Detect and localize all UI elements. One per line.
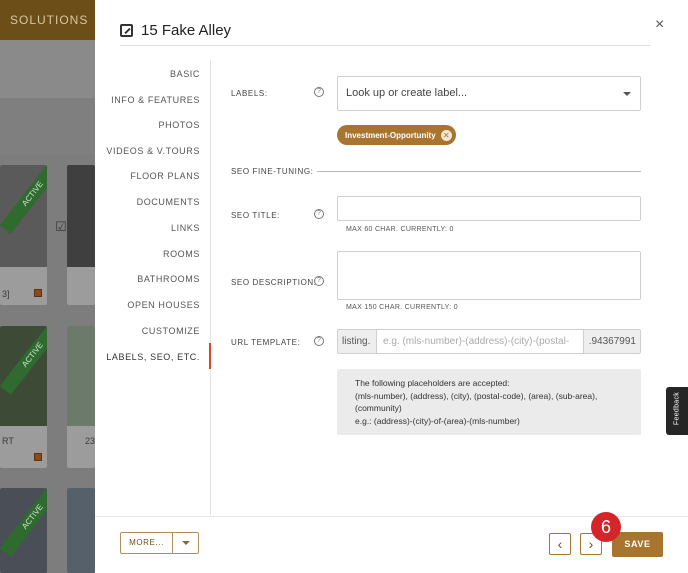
- header-divider: [120, 45, 651, 46]
- seo-section-heading: SEO FINE-TUNING:: [231, 167, 314, 176]
- labels-select-placeholder: Look up or create label...: [346, 87, 468, 99]
- nav-item-open-houses[interactable]: OPEN HOUSES: [127, 300, 200, 310]
- previous-button[interactable]: ‹: [549, 533, 571, 555]
- card-text: 23: [85, 436, 95, 446]
- nav-item-basic[interactable]: BASIC: [170, 69, 200, 79]
- info-line: (community): [355, 403, 402, 413]
- help-icon[interactable]: ?: [314, 336, 324, 346]
- background-top-bar: [0, 40, 95, 98]
- card-flag-icon: [34, 289, 42, 297]
- help-icon[interactable]: ?: [314, 87, 324, 97]
- nav-item-labels-seo[interactable]: LABELS, SEO, ETC.: [106, 352, 200, 362]
- listing-photo: [67, 326, 95, 426]
- listing-card[interactable]: ACTIVE: [0, 488, 47, 573]
- nav-item-documents[interactable]: DOCUMENTS: [137, 197, 200, 207]
- save-button[interactable]: SAVE: [612, 532, 663, 557]
- listing-photo: [67, 488, 95, 573]
- info-line: The following placeholders are accepted:: [355, 378, 510, 388]
- feedback-tab[interactable]: Feedback: [666, 387, 688, 435]
- more-dropdown-button[interactable]: [172, 532, 199, 554]
- nav-item-bathrooms[interactable]: BATHROOMS: [137, 274, 200, 284]
- app-header: SOLUTIONS: [0, 0, 95, 40]
- nav-item-customize[interactable]: CUSTOMIZE: [142, 326, 200, 336]
- seo-description-input[interactable]: [337, 251, 641, 300]
- close-icon[interactable]: ×: [655, 16, 664, 34]
- seo-description-label: SEO DESCRIPTION:: [231, 278, 317, 287]
- modal-header: 15 Fake Alley: [120, 20, 231, 40]
- listing-photo: [67, 165, 95, 267]
- seo-section-divider: [317, 171, 641, 172]
- seo-description-hint: MAX 150 CHAR. CURRENTLY: 0: [346, 304, 458, 311]
- listing-card[interactable]: ACTIVE RT: [0, 326, 47, 468]
- label-chip-text: Investment-Opportunity: [345, 130, 436, 140]
- nav-item-links[interactable]: LINKS: [171, 223, 200, 233]
- edit-icon: [120, 23, 133, 37]
- nav-item-photos[interactable]: PHOTOS: [159, 120, 200, 130]
- edit-listing-modal: 15 Fake Alley × BASIC INFO & FEATURES PH…: [95, 0, 688, 573]
- url-template-input[interactable]: e.g. (mls-number)-(address)-(city)-(post…: [377, 329, 583, 354]
- nav-item-info-features[interactable]: INFO & FEATURES: [111, 95, 200, 105]
- nav-item-floor-plans[interactable]: FLOOR PLANS: [130, 171, 200, 181]
- labels-label: LABELS:: [231, 89, 268, 98]
- url-template-label: URL TEMPLATE:: [231, 338, 301, 347]
- help-icon[interactable]: ?: [314, 209, 324, 219]
- background-toolbar: ⊽ ≡ ☑ ↻: [0, 98, 96, 234]
- seo-title-input[interactable]: [337, 196, 641, 221]
- select-icon[interactable]: ☑: [55, 219, 67, 235]
- info-line: e.g.: (address)-(city)-of-(area)-(mls-nu…: [355, 415, 520, 426]
- chevron-down-icon: [623, 92, 631, 96]
- url-prefix: listing.: [337, 329, 377, 354]
- help-icon[interactable]: ?: [314, 276, 324, 286]
- modal-title: 15 Fake Alley: [141, 21, 232, 39]
- card-flag-icon: [34, 453, 42, 461]
- more-button[interactable]: MORE...: [120, 532, 173, 554]
- labels-select[interactable]: Look up or create label...: [337, 76, 641, 111]
- seo-title-hint: MAX 60 CHAR. CURRENTLY: 0: [346, 226, 454, 233]
- active-nav-indicator: [209, 343, 211, 369]
- feedback-label: Feedback: [673, 391, 681, 426]
- label-chip: Investment-Opportunity ✕: [337, 125, 456, 145]
- nav-item-videos-tours[interactable]: VIDEOS & V.TOURS: [106, 146, 200, 156]
- info-line: (mls-number), (address), (city), (postal…: [355, 390, 598, 401]
- listing-card[interactable]: ACTIVE 3]: [0, 165, 47, 305]
- card-text: 3]: [2, 289, 10, 299]
- placeholder-info-box: The following placeholders are accepted:…: [337, 369, 641, 435]
- card-text: RT: [2, 436, 14, 446]
- url-suffix: .94367991: [583, 329, 641, 354]
- section-nav: BASIC INFO & FEATURES PHOTOS VIDEOS & V.…: [95, 60, 211, 515]
- step-number-badge: 6: [591, 512, 621, 542]
- listing-card[interactable]: 23: [67, 326, 95, 468]
- seo-title-label: SEO TITLE:: [231, 211, 280, 220]
- solutions-menu-label[interactable]: SOLUTIONS: [10, 13, 88, 27]
- nav-item-rooms[interactable]: ROOMS: [163, 249, 200, 259]
- remove-chip-icon[interactable]: ✕: [440, 129, 452, 141]
- listing-card[interactable]: [67, 488, 95, 573]
- listing-card[interactable]: [67, 165, 95, 305]
